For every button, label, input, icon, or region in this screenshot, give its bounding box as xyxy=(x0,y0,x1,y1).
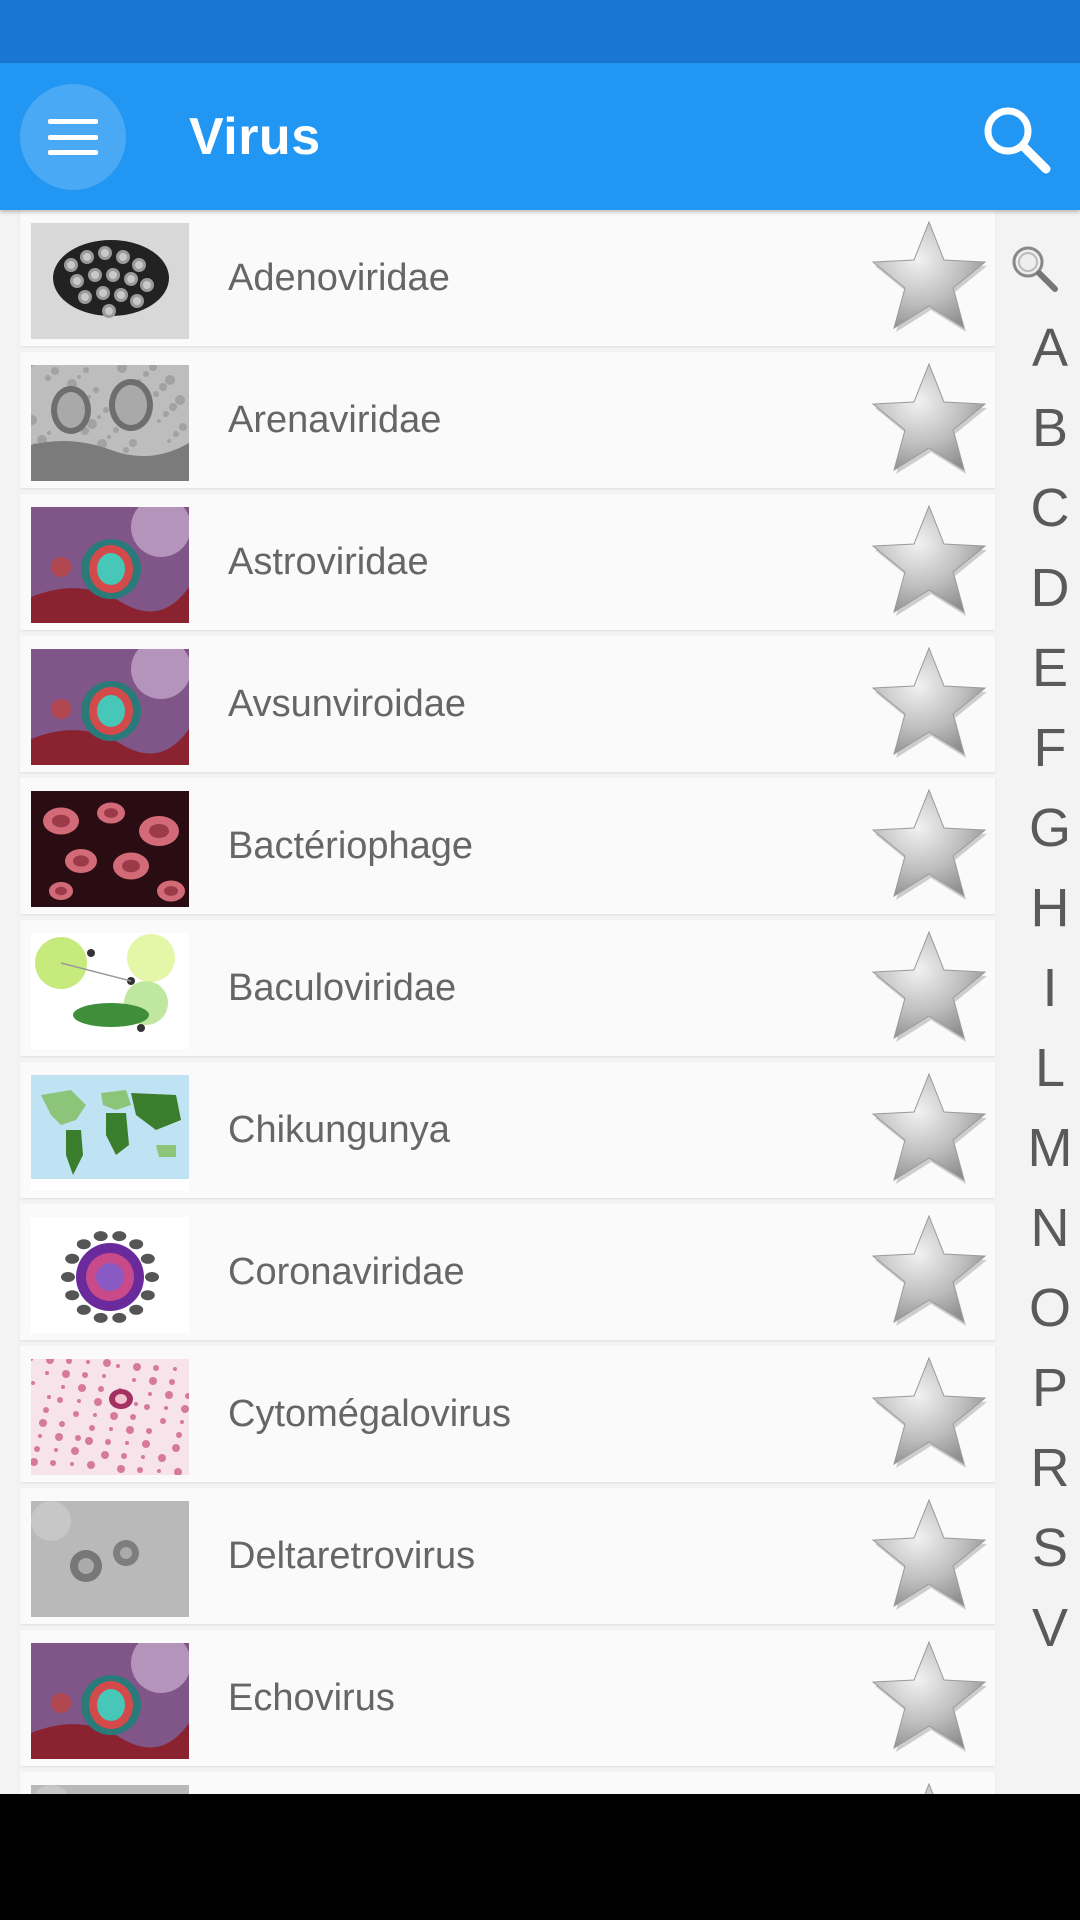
list-item[interactable]: Avsunviroidae xyxy=(20,636,995,772)
virus-thumbnail xyxy=(31,1075,189,1191)
list-item[interactable]: Bactériophage xyxy=(20,778,995,914)
index-letter-h[interactable]: H xyxy=(1000,878,1080,938)
virus-thumbnail xyxy=(31,223,189,339)
list-item[interactable]: Arenaviridae xyxy=(20,352,995,488)
virus-name: Avsunviroidae xyxy=(228,683,467,725)
virus-name: Cytomégalovirus xyxy=(228,1393,511,1435)
virus-thumbnail xyxy=(31,933,189,1049)
star-icon[interactable] xyxy=(868,644,990,764)
index-letter-s[interactable]: S xyxy=(1000,1518,1080,1578)
search-button[interactable] xyxy=(978,101,1054,177)
index-letter-d[interactable]: D xyxy=(1000,558,1080,618)
virus-list-area[interactable]: Adenoviridae Arenaviridae Astroviridae Avsu… xyxy=(0,210,1080,1794)
star-icon[interactable] xyxy=(868,360,990,480)
index-search-icon[interactable] xyxy=(1008,242,1060,294)
virus-name: Adenoviridae xyxy=(228,257,450,299)
list-item[interactable]: Cytomégalovirus xyxy=(20,1346,995,1482)
index-letter-f[interactable]: F xyxy=(1000,718,1080,778)
virus-thumbnail xyxy=(31,1643,189,1759)
star-icon[interactable] xyxy=(868,1070,990,1190)
virus-name: Arenaviridae xyxy=(228,399,442,441)
index-letter-o[interactable]: O xyxy=(1000,1278,1080,1338)
star-icon[interactable] xyxy=(868,1780,990,1794)
index-letter-m[interactable]: M xyxy=(1000,1118,1080,1178)
search-icon xyxy=(984,107,1051,174)
status-bar xyxy=(0,0,1080,63)
page-title: Virus xyxy=(189,108,321,166)
star-icon[interactable] xyxy=(868,1354,990,1474)
index-letter-i[interactable]: I xyxy=(1000,958,1080,1018)
virus-name: Bactériophage xyxy=(228,825,474,867)
index-letter-p[interactable]: P xyxy=(1000,1358,1080,1418)
list-item[interactable]: Coronaviridae xyxy=(20,1204,995,1340)
virus-name: Echovirus xyxy=(228,1677,395,1719)
virus-thumbnail xyxy=(31,1785,189,1794)
star-icon[interactable] xyxy=(868,1638,990,1758)
list-item[interactable]: Baculoviridae xyxy=(20,920,995,1056)
index-letter-v[interactable]: V xyxy=(1000,1598,1080,1658)
virus-name: Chikungunya xyxy=(228,1109,450,1151)
star-icon[interactable] xyxy=(868,1496,990,1616)
navigation-bar xyxy=(0,1794,1080,1920)
star-icon[interactable] xyxy=(868,928,990,1048)
index-letter-a[interactable]: A xyxy=(1000,318,1080,378)
index-letter-b[interactable]: B xyxy=(1000,398,1080,458)
virus-thumbnail xyxy=(31,365,189,481)
virus-name: Astroviridae xyxy=(228,541,429,583)
index-letter-n[interactable]: N xyxy=(1000,1198,1080,1258)
hamburger-menu-icon xyxy=(48,119,98,155)
virus-name: Deltaretrovirus xyxy=(228,1535,476,1577)
list-item[interactable]: Adenoviridae xyxy=(20,210,995,346)
list-item[interactable] xyxy=(20,1772,995,1794)
index-letter-l[interactable]: L xyxy=(1000,1038,1080,1098)
star-icon[interactable] xyxy=(868,502,990,622)
menu-button[interactable] xyxy=(20,84,126,190)
list-item[interactable]: Astroviridae xyxy=(20,494,995,630)
star-icon[interactable] xyxy=(868,1212,990,1332)
list-item[interactable]: Deltaretrovirus xyxy=(20,1488,995,1624)
virus-list: Adenoviridae Arenaviridae Astroviridae Avsu… xyxy=(20,210,995,1794)
virus-name: Coronaviridae xyxy=(228,1251,465,1293)
virus-thumbnail xyxy=(31,1501,189,1617)
list-item[interactable]: Echovirus xyxy=(20,1630,995,1766)
virus-name: Baculoviridae xyxy=(228,967,457,1009)
index-letter-c[interactable]: C xyxy=(1000,478,1080,538)
virus-thumbnail xyxy=(31,791,189,907)
index-letter-e[interactable]: E xyxy=(1000,638,1080,698)
virus-thumbnail xyxy=(31,1359,189,1475)
virus-thumbnail xyxy=(31,649,189,765)
index-letter-g[interactable]: G xyxy=(1000,798,1080,858)
virus-thumbnail xyxy=(31,507,189,623)
list-item[interactable]: Chikungunya xyxy=(20,1062,995,1198)
virus-thumbnail xyxy=(31,1217,189,1333)
star-icon[interactable] xyxy=(868,218,990,338)
alphabet-index[interactable]: ABCDEFGHILMNOPRSV xyxy=(1000,210,1080,1794)
app-bar: Virus xyxy=(0,63,1080,210)
index-letter-r[interactable]: R xyxy=(1000,1438,1080,1498)
star-icon[interactable] xyxy=(868,786,990,906)
